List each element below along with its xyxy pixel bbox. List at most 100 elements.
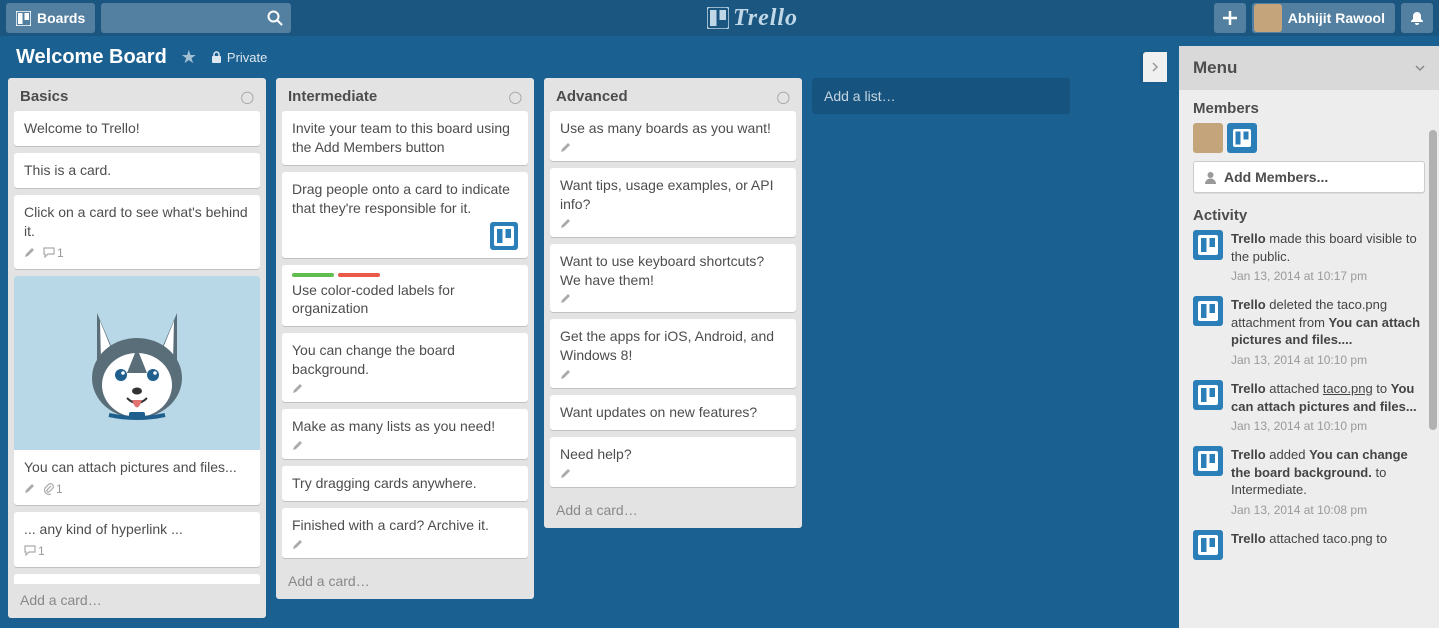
card-badges <box>292 383 518 394</box>
activity-avatar <box>1193 296 1223 326</box>
card[interactable]: Use color-coded labels for organization <box>282 265 528 327</box>
pencil-icon <box>292 440 303 451</box>
card-badges <box>292 440 518 451</box>
card-text: Click on a card to see what's behind it. <box>24 203 250 241</box>
card-badges <box>560 293 786 304</box>
panel-collapse-icon[interactable] <box>1415 63 1425 73</box>
card[interactable]: Want tips, usage examples, or API info? <box>550 168 796 237</box>
boards-label: Boards <box>37 10 85 26</box>
add-card-button[interactable]: Add a card… <box>544 494 802 528</box>
card[interactable]: Invite your team to this board using the… <box>282 111 528 165</box>
activity-item: Trello attached taco.png to <box>1193 530 1425 560</box>
list-menu-icon[interactable]: ◯ <box>509 90 522 104</box>
activity-time: Jan 13, 2014 at 10:10 pm <box>1231 352 1425 368</box>
add-card-button[interactable]: Add a card… <box>8 584 266 618</box>
card[interactable]: This is a card. <box>14 153 260 188</box>
activity-avatar <box>1193 230 1223 260</box>
list-menu-icon[interactable]: ◯ <box>241 90 254 104</box>
card-badges: 1 <box>24 543 250 559</box>
panel-toggle[interactable] <box>1143 52 1167 82</box>
card-badges <box>292 539 518 550</box>
search-input[interactable] <box>101 3 291 33</box>
bell-icon <box>1409 10 1425 26</box>
card[interactable]: Try dragging cards anywhere. <box>282 466 528 501</box>
pencil-icon <box>560 293 571 304</box>
card-labels <box>292 273 518 277</box>
card-text: Want to use keyboard shortcuts? We have … <box>560 252 786 290</box>
list-title[interactable]: Basics <box>20 88 68 105</box>
logo[interactable]: Trello <box>297 5 1208 32</box>
activity-item: Trello made this board visible to the pu… <box>1193 230 1425 284</box>
avatar <box>1254 4 1282 32</box>
list-title[interactable]: Intermediate <box>288 88 377 105</box>
board-title[interactable]: Welcome Board <box>16 46 167 69</box>
card-badges <box>560 468 786 479</box>
activity-text: Trello added You can change the board ba… <box>1231 446 1425 518</box>
card-cover-image <box>14 276 260 450</box>
activity-text: Trello made this board visible to the pu… <box>1231 230 1425 284</box>
card[interactable]: Drag people onto a card to indicate that… <box>282 172 528 258</box>
card[interactable]: ... any kind of hyperlink ... 1 <box>14 512 260 567</box>
card-text: Use as many boards as you want! <box>560 119 786 138</box>
list: Advanced ◯ Use as many boards as you want!… <box>544 78 802 528</box>
card-text: Use color-coded labels for organization <box>292 281 518 319</box>
activity-time: Jan 13, 2014 at 10:17 pm <box>1231 268 1425 284</box>
card-text: Make as many lists as you need! <box>292 417 518 436</box>
card[interactable]: Want to use keyboard shortcuts? We have … <box>550 244 796 313</box>
card[interactable]: ... or checklists. <box>14 574 260 584</box>
members-title: Members <box>1193 100 1425 117</box>
card[interactable]: Make as many lists as you need! <box>282 409 528 459</box>
pencil-icon <box>292 539 303 550</box>
comment-icon <box>43 247 55 258</box>
search-icon <box>267 10 283 26</box>
activity-item: Trello added You can change the board ba… <box>1193 446 1425 518</box>
activity-avatar <box>1193 530 1223 560</box>
card[interactable]: Click on a card to see what's behind it.… <box>14 195 260 269</box>
plus-icon <box>1223 11 1237 25</box>
activity-item: Trello deleted the taco.png attachment f… <box>1193 296 1425 368</box>
members-list <box>1193 123 1425 153</box>
card-text: Welcome to Trello! <box>24 119 250 138</box>
card-badges <box>560 218 786 229</box>
card-member[interactable] <box>490 222 518 250</box>
user-menu[interactable]: Abhijit Rawool <box>1252 3 1395 33</box>
add-members-button[interactable]: Add Members... <box>1193 161 1425 193</box>
card-text: ... any kind of hyperlink ... <box>24 520 250 539</box>
comment-icon <box>24 545 36 556</box>
list-menu-icon[interactable]: ◯ <box>777 90 790 104</box>
privacy-indicator[interactable]: Private <box>211 50 267 65</box>
card-text: You can attach pictures and files... <box>24 458 250 477</box>
activity-avatar <box>1193 380 1223 410</box>
card[interactable]: Finished with a card? Archive it. <box>282 508 528 558</box>
list: Intermediate ◯ Invite your team to this bo… <box>276 78 534 599</box>
card[interactable]: Need help? <box>550 437 796 487</box>
pencil-icon <box>560 468 571 479</box>
boards-button[interactable]: Boards <box>6 3 95 33</box>
activity-item: Trello attached taco.png to You can atta… <box>1193 380 1425 434</box>
card[interactable]: Welcome to Trello! <box>14 111 260 146</box>
card[interactable]: Use as many boards as you want! <box>550 111 796 161</box>
card-text: Want tips, usage examples, or API info? <box>560 176 786 214</box>
card[interactable]: Want updates on new features? <box>550 395 796 430</box>
create-button[interactable] <box>1214 3 1246 33</box>
card[interactable]: You can change the board background. <box>282 333 528 402</box>
card[interactable]: You can attach pictures and files... 1 <box>14 276 260 505</box>
card-text: Get the apps for iOS, Android, and Windo… <box>560 327 786 365</box>
member-avatar[interactable] <box>1193 123 1223 153</box>
add-list-button[interactable]: Add a list… <box>812 78 1070 114</box>
notifications-button[interactable] <box>1401 3 1433 33</box>
card-badges: 1 <box>24 481 250 497</box>
pencil-icon <box>560 142 571 153</box>
list-title[interactable]: Advanced <box>556 88 628 105</box>
add-card-button[interactable]: Add a card… <box>276 565 534 599</box>
activity-time: Jan 13, 2014 at 10:08 pm <box>1231 502 1425 518</box>
logo-icon <box>707 7 729 29</box>
star-button[interactable]: ★ <box>181 47 197 68</box>
username: Abhijit Rawool <box>1288 10 1385 26</box>
list: Basics ◯ Welcome to Trello! This is a card.… <box>8 78 266 618</box>
member-avatar[interactable] <box>1227 123 1257 153</box>
card[interactable]: Get the apps for iOS, Android, and Windo… <box>550 319 796 388</box>
card-text: Try dragging cards anywhere. <box>292 474 518 493</box>
scrollbar[interactable] <box>1429 130 1437 430</box>
card-badges <box>560 369 786 380</box>
